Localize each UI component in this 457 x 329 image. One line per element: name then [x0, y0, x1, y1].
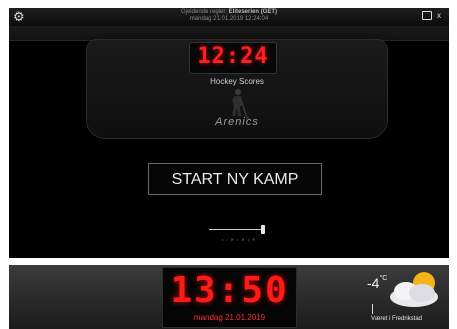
- rules-info: Gjeldende regler: Eliteserien (GET) mand…: [129, 9, 329, 23]
- slider-handle[interactable]: [261, 225, 265, 234]
- large-clock-display: 13:50 mandag 21.01.2019: [162, 267, 297, 328]
- bottom-info-bar: 13:50 mandag 21.01.2019 -4°C Været i Fre…: [9, 265, 449, 329]
- slider-track: [209, 229, 265, 230]
- rules-label: Gjeldende regler:: [180, 9, 227, 15]
- clock-time: 12:24: [197, 44, 269, 69]
- app-title: Hockey Scores: [210, 77, 264, 86]
- close-icon[interactable]: x: [437, 11, 441, 20]
- large-clock-time: 13:50: [170, 270, 289, 311]
- temperature-value: -4: [367, 275, 380, 291]
- scoreboard-app: ⚙ Gjeldende regler: Eliteserien (GET) ma…: [9, 8, 449, 258]
- top-right-controls: x: [421, 11, 441, 21]
- mode-slider[interactable]: [209, 225, 279, 235]
- arenics-logo: Arenics: [215, 116, 259, 128]
- location-pin: [372, 304, 373, 314]
- partly-cloudy-icon: [390, 272, 438, 307]
- start-new-game-button[interactable]: START NY KAMP: [148, 163, 322, 195]
- header-band: [9, 26, 449, 41]
- weather-location: Været i Fredrikstad: [371, 316, 423, 322]
- rules-value: Eliteserien (GET): [228, 9, 278, 15]
- scoreboard-banner: 12:24 Hockey Scores Arenics: [87, 40, 387, 138]
- large-clock-date: mandag 21.01.2019: [193, 313, 266, 322]
- gear-icon[interactable]: ⚙: [13, 10, 27, 24]
- monitor-icon[interactable]: [421, 11, 432, 21]
- top-bar: ⚙ Gjeldende regler: Eliteserien (GET) ma…: [9, 8, 449, 26]
- clock-display: 12:24: [189, 42, 277, 74]
- slider-caption: • / ✕ / ✕ | ✕: [221, 237, 257, 242]
- topbar-datetime: mandag 21.01.2019 12:24:04: [189, 16, 269, 22]
